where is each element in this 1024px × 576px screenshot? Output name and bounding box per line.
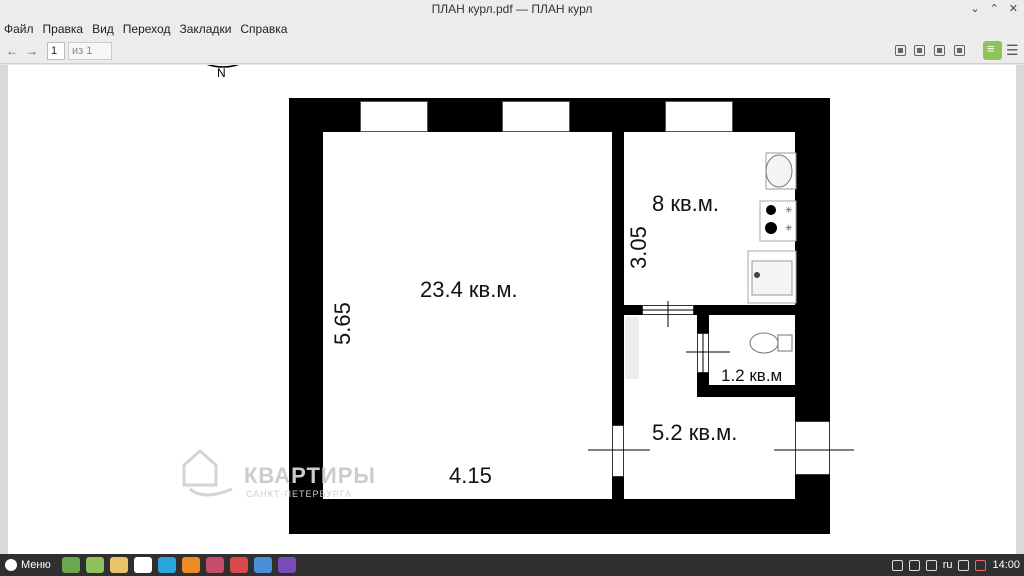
taskbar-yandex-icon[interactable] — [133, 557, 152, 573]
sidebar-toggle-icon[interactable] — [983, 41, 1002, 60]
forward-arrow-icon[interactable]: → — [25, 44, 39, 58]
start-menu-label: Меню — [21, 559, 51, 571]
taskbar-docs-icon[interactable] — [253, 557, 272, 573]
taskbar-photos-icon[interactable] — [205, 557, 224, 573]
wall-bottom — [289, 499, 830, 534]
menu-bookmarks[interactable]: Закладки — [179, 22, 231, 36]
menu-help[interactable]: Справка — [240, 22, 287, 36]
zoom-fit-icon[interactable] — [895, 45, 906, 56]
page-count-label: из 1 — [68, 42, 112, 60]
svg-text:✳: ✳ — [785, 224, 793, 234]
taskbar-app-icon[interactable] — [277, 557, 296, 573]
window-controls: ⌄ ⌃ ✕ — [970, 0, 1018, 19]
menu-view[interactable]: Вид — [92, 22, 114, 36]
shield-icon[interactable] — [908, 559, 920, 571]
svg-text:✳: ✳ — [785, 206, 793, 216]
door-lines — [588, 301, 854, 451]
dim-main-height: 5.65 — [330, 302, 355, 345]
clock[interactable]: 14:00 — [992, 559, 1020, 571]
dual-page-icon[interactable] — [954, 45, 965, 56]
hamburger-menu-icon[interactable]: ☰ — [1006, 42, 1019, 59]
watermark-logo-icon — [182, 449, 233, 497]
compass-icon: N — [206, 65, 240, 80]
page-number-input[interactable]: 1 — [47, 42, 65, 60]
toolbar: ← → 1 из 1 ☰ — [0, 39, 1024, 64]
dim-kitchen-height: 3.05 — [626, 226, 651, 269]
taskbar-telegram-icon[interactable] — [157, 557, 176, 573]
continuous-view-icon[interactable] — [934, 45, 945, 56]
keyboard-layout[interactable]: ru — [943, 559, 953, 571]
window-title: ПЛАН курл.pdf — ПЛАН курл — [431, 2, 593, 16]
zoom-width-icon[interactable] — [914, 45, 925, 56]
system-tray: ru 14:00 — [891, 554, 1020, 576]
start-menu-button[interactable]: Меню — [5, 559, 51, 571]
taskbar: Меню ru 14:00 — [0, 554, 1024, 576]
document-page: N ✳ ✳ 23.4 кв.м. 8 кв.м. 1.2 кв.м 5.2 кв… — [8, 65, 1016, 554]
menu-file[interactable]: Файл — [4, 22, 34, 36]
taskbar-notes-icon[interactable] — [85, 557, 104, 573]
room-hall-area: 5.2 кв.м. — [652, 420, 738, 445]
back-arrow-icon[interactable]: ← — [5, 44, 19, 58]
room-main-area: 23.4 кв.м. — [420, 277, 518, 302]
bluetooth-icon[interactable] — [925, 559, 937, 571]
window-titlebar: ПЛАН курл.pdf — ПЛАН курл ⌄ ⌃ ✕ — [0, 0, 1024, 19]
taskbar-firefox-icon[interactable] — [181, 557, 200, 573]
dim-main-width: 4.15 — [449, 463, 492, 488]
room-kitchen-area: 8 кв.м. — [652, 191, 720, 216]
maximize-icon[interactable]: ⌃ — [990, 0, 999, 19]
fixtures: ✳ ✳ — [747, 152, 797, 354]
battery-icon[interactable] — [975, 559, 987, 571]
menu-bar: Файл Правка Вид Переход Закладки Справка — [0, 19, 1024, 39]
minimize-icon[interactable]: ⌄ — [970, 0, 979, 19]
compass-north-label: N — [217, 66, 226, 80]
window-3 — [665, 101, 733, 132]
room-bath-area: 1.2 кв.м — [721, 366, 783, 385]
taskbar-slack-icon[interactable] — [229, 557, 248, 573]
window-1 — [360, 101, 428, 132]
mint-logo-icon — [5, 559, 17, 571]
taskbar-apps — [59, 557, 299, 573]
window-2 — [502, 101, 570, 132]
menu-go[interactable]: Переход — [123, 22, 171, 36]
document-viewer[interactable]: N ✳ ✳ 23.4 кв.м. 8 кв.м. 1.2 кв.м 5.2 кв… — [0, 65, 1024, 554]
taskbar-chrome-icon[interactable] — [109, 557, 128, 573]
watermark-title: КВАРТИРЫ — [244, 463, 376, 488]
menu-edit[interactable]: Правка — [43, 22, 84, 36]
close-icon[interactable]: ✕ — [1009, 0, 1018, 19]
watermark-subtitle: САНКТ-ПЕТЕРБУРГА — [246, 489, 353, 499]
clipboard-icon[interactable] — [891, 559, 903, 571]
taskbar-files-icon[interactable] — [61, 557, 80, 573]
network-icon[interactable] — [958, 559, 970, 571]
